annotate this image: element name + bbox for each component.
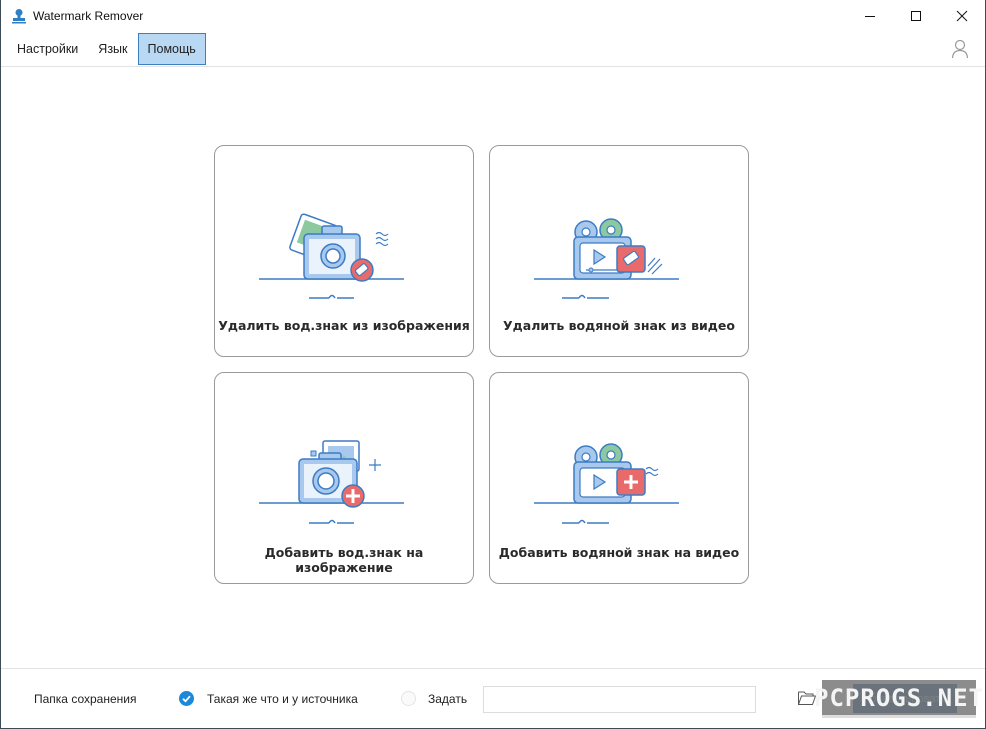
- save-folder-label: Папка сохранения: [34, 692, 137, 706]
- close-icon: [956, 10, 968, 21]
- site-watermark-overlay: PCPROGS.NET: [814, 680, 983, 715]
- menu-language[interactable]: Язык: [88, 33, 137, 65]
- remove-image-watermark-card[interactable]: Удалить вод.знак из изображения: [214, 145, 474, 357]
- card-label: Добавить вод.знак на изображение: [264, 545, 424, 575]
- add-video-watermark-card[interactable]: Добавить водяной знак на видео: [489, 372, 749, 584]
- checkmark-icon: [182, 695, 191, 703]
- camera-plus-icon: [259, 440, 404, 524]
- card-label: Удалить вод.знак из изображения: [218, 318, 470, 333]
- title-bar[interactable]: Watermark Remover: [1, 0, 985, 31]
- add-image-watermark-card[interactable]: Добавить вод.знак на изображение: [214, 372, 474, 584]
- menu-help[interactable]: Помощь: [137, 32, 206, 65]
- app-stamp-icon: [11, 8, 27, 24]
- radio-same-as-source[interactable]: [179, 691, 194, 706]
- output-path-input[interactable]: [483, 686, 756, 713]
- radio-custom-folder[interactable]: [401, 691, 416, 706]
- user-account-button[interactable]: [949, 37, 971, 61]
- app-window: Watermark Remover Настройки Язык Помощь: [0, 0, 986, 729]
- video-eraser-icon: [534, 218, 679, 299]
- watermark-underline: [822, 715, 976, 718]
- card-label: Добавить водяной знак на видео: [498, 545, 740, 560]
- remove-video-watermark-card[interactable]: Удалить водяной знак из видео: [489, 145, 749, 357]
- maximize-icon: [911, 10, 921, 21]
- maximize-button[interactable]: [893, 0, 939, 31]
- camera-eraser-icon: [259, 213, 404, 299]
- close-button[interactable]: [939, 0, 985, 31]
- video-plus-icon: [534, 443, 679, 524]
- minimize-button[interactable]: [847, 0, 893, 31]
- menu-settings[interactable]: Настройки: [7, 33, 88, 65]
- custom-folder-label[interactable]: Задать: [428, 692, 467, 706]
- user-icon: [951, 39, 969, 59]
- menu-bar: Настройки Язык Помощь: [1, 31, 985, 67]
- card-label: Удалить водяной знак из видео: [503, 318, 735, 333]
- minimize-icon: [865, 15, 875, 17]
- window-title: Watermark Remover: [33, 8, 144, 23]
- same-as-source-label[interactable]: Такая же что и у источника: [207, 692, 358, 706]
